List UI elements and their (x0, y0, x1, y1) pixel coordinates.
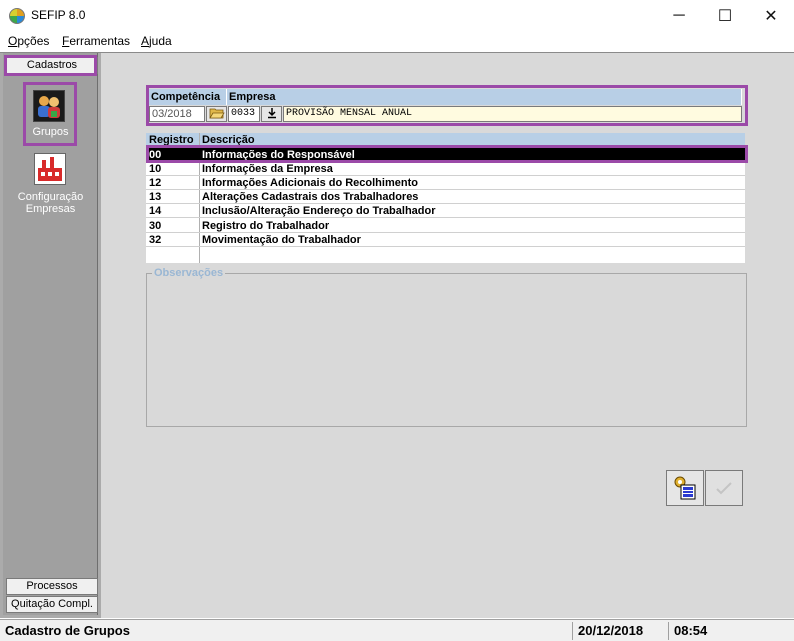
check-icon[interactable] (705, 470, 743, 506)
empresa-label: Empresa (227, 89, 742, 105)
window-title: SEFIP 8.0 (31, 8, 86, 22)
sidebar-item-grupos[interactable]: Grupos (3, 126, 98, 138)
row-desc: Registro do Trabalhador (202, 220, 330, 232)
sidebar-item-label-line1: Configuração (17, 191, 84, 203)
row-code: 14 (149, 205, 162, 217)
row-desc: Informações da Empresa (202, 163, 333, 175)
competencia-input[interactable]: 03/2018 (149, 106, 205, 122)
observacoes-group (146, 273, 747, 427)
menu-ferramentas[interactable]: Ferramentas (62, 34, 130, 48)
row-desc: Alterações Cadastrais dos Trabalhadores (202, 191, 419, 203)
table-row[interactable]: 14 Inclusão/Alteração Endereço do Trabal… (146, 204, 745, 218)
table-row[interactable]: 30 Registro do Trabalhador (146, 219, 745, 233)
row-code: 12 (149, 177, 162, 189)
status-date: 20/12/2018 (572, 622, 664, 640)
col-registro: Registro (149, 134, 194, 146)
tab-quitacao-compl[interactable]: Quitação Compl. (6, 596, 98, 613)
download-arrow-icon[interactable] (261, 106, 282, 122)
status-text: Cadastro de Grupos (5, 623, 130, 638)
row-code: 13 (149, 191, 162, 203)
row-code: 00 (149, 149, 162, 161)
table-row[interactable]: 13 Alterações Cadastrais dos Trabalhador… (146, 190, 745, 204)
row-desc: Movimentação do Trabalhador (202, 234, 361, 246)
maximize-button[interactable]: ☐ (702, 0, 748, 31)
table-row[interactable]: 00 Informações do Responsável (146, 148, 745, 162)
close-button[interactable]: ✕ (748, 0, 794, 31)
observacoes-legend: Observações (152, 267, 226, 279)
table-header: Registro Descrição (146, 133, 745, 148)
table-row[interactable]: 32 Movimentação do Trabalhador (146, 233, 745, 247)
table-row[interactable]: 12 Informações Adicionais do Recolhiment… (146, 176, 745, 190)
status-bar: Cadastro de Grupos 20/12/2018 08:54 (0, 619, 794, 641)
company-config-icon[interactable] (34, 153, 66, 185)
sidebar: Cadastros Grupos Configuração Empresas P… (3, 53, 98, 615)
menu-bar: Opções Ferramentas Ajuda (0, 31, 794, 52)
registro-table: Registro Descrição 00 Informações do Res… (146, 133, 745, 263)
row-code: 10 (149, 163, 162, 175)
menu-opcoes[interactable]: Opções (8, 34, 49, 48)
row-desc: Informações Adicionais do Recolhimento (202, 177, 418, 189)
status-time: 08:54 (668, 622, 790, 640)
row-desc: Inclusão/Alteração Endereço do Trabalhad… (202, 205, 436, 217)
minimize-button[interactable]: ─ (656, 0, 702, 31)
folder-open-icon[interactable] (206, 106, 227, 122)
sidebar-item-configuracao-empresas[interactable]: Configuração Empresas (3, 191, 98, 215)
competencia-label: Competência (149, 89, 227, 105)
menu-ajuda[interactable]: Ajuda (141, 34, 172, 48)
group-users-icon[interactable] (33, 90, 65, 122)
sidebar-item-label-line2: Empresas (25, 203, 76, 215)
title-bar: SEFIP 8.0 ─ ☐ ✕ (0, 0, 794, 31)
row-code: 32 (149, 234, 162, 246)
execute-gear-icon[interactable] (666, 470, 704, 506)
tab-cadastros[interactable]: Cadastros (6, 57, 98, 74)
tab-processos[interactable]: Processos (6, 578, 98, 595)
sefip-app-icon (9, 8, 25, 24)
empresa-name-display: PROVISÃO MENSAL ANUAL (283, 106, 742, 122)
row-code: 30 (149, 220, 162, 232)
table-row[interactable]: 10 Informações da Empresa (146, 162, 745, 176)
row-desc: Informações do Responsável (202, 149, 355, 161)
empresa-code-input[interactable]: 0033 (228, 106, 260, 122)
col-descricao: Descrição (202, 134, 255, 146)
